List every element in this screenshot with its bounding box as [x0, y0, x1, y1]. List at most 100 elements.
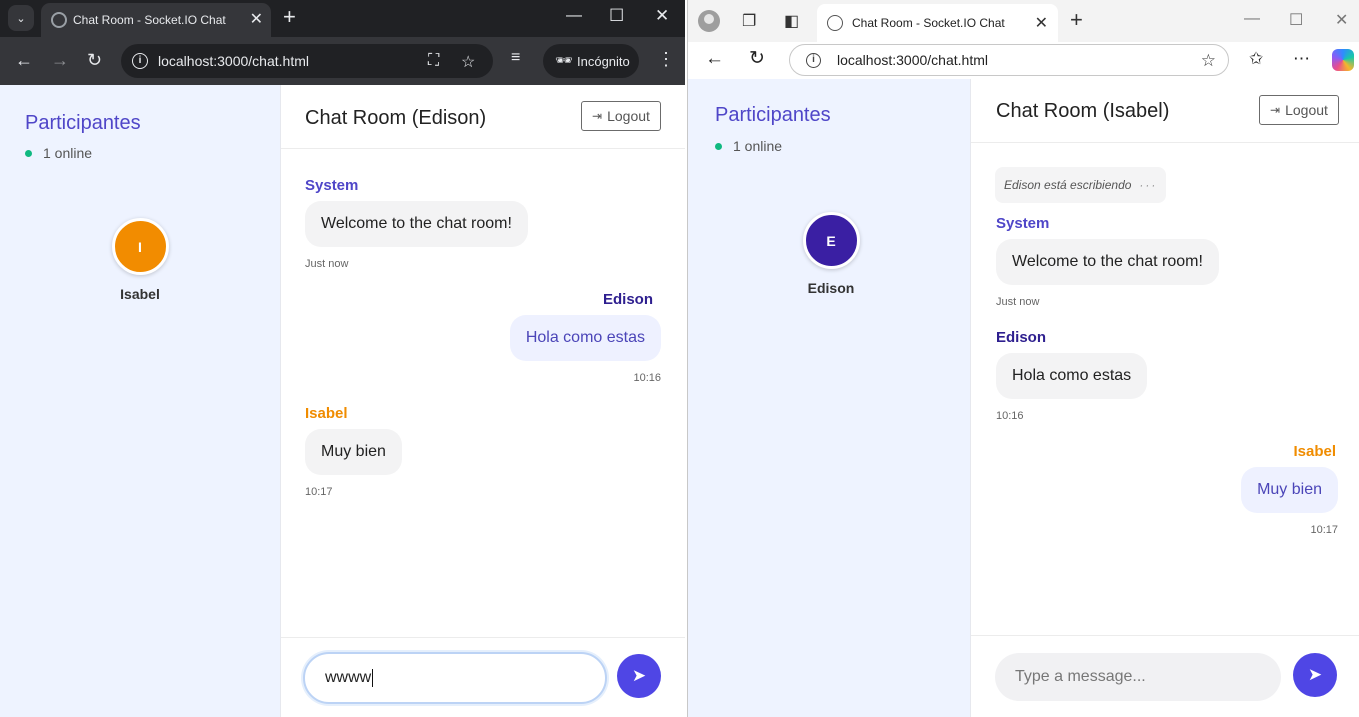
participant-item[interactable]: I Isabel: [100, 218, 180, 302]
online-dot-icon: [715, 142, 722, 150]
browser-tab[interactable]: Chat Room - Socket.IO Chat ✕: [41, 3, 271, 37]
message-bubble: Hola como estas: [996, 353, 1148, 399]
chat-title: Chat Room (Edison): [305, 107, 487, 129]
settings-more-icon[interactable]: ⋯: [1293, 49, 1310, 69]
message-time: 10:17: [1310, 524, 1338, 536]
participants-sidebar: Participantes 1 online I Isabel: [0, 85, 281, 717]
typing-indicator: Edison está escribiendo ···: [995, 167, 1167, 203]
address-bar[interactable]: i localhost:3000/chat.html ☆: [789, 44, 1229, 76]
incognito-icon: 🕶: [555, 52, 573, 68]
message-time: 10:17: [305, 486, 333, 498]
message-edison: Edison Hola como estas 10:16: [996, 329, 1148, 422]
message-edison: Edison Hola como estas 10:16: [509, 291, 661, 384]
message-sender: System: [996, 215, 1050, 232]
favorite-star-icon[interactable]: ☆: [1201, 51, 1216, 71]
desktop: ⌄ Chat Room - Socket.IO Chat ✕ + — ☐ ✕ ←…: [0, 0, 1359, 717]
reload-icon[interactable]: ↻: [749, 48, 765, 70]
message-bubble: Welcome to the chat room!: [996, 239, 1219, 285]
globe-icon: [827, 15, 843, 31]
message-system: System Welcome to the chat room! Just no…: [305, 177, 528, 270]
browser-toolbar: ← → ↻ i localhost:3000/chat.html ⛶ ☆ ≡ 🕶…: [0, 37, 685, 85]
participant-name: Edison: [807, 280, 855, 296]
participants-title: Participantes: [25, 112, 141, 134]
favorites-icon[interactable]: ✩: [1249, 49, 1263, 69]
bookmark-star-icon[interactable]: ☆: [461, 52, 475, 72]
new-tab-button[interactable]: +: [283, 6, 296, 28]
window-close-icon[interactable]: ✕: [655, 6, 669, 26]
globe-icon: [51, 12, 67, 28]
profile-avatar-icon[interactable]: [698, 10, 720, 32]
participants-sidebar: Participantes 1 online E Edison: [688, 79, 971, 717]
incognito-badge[interactable]: 🕶 Incógnito: [543, 44, 639, 78]
browser-toolbar: ← ↻ i localhost:3000/chat.html ☆ ✩ ⋯: [688, 42, 1359, 79]
paper-plane-icon: ➤: [631, 666, 647, 685]
message-bubble: Welcome to the chat room!: [305, 201, 528, 247]
tab-title: Chat Room - Socket.IO Chat: [852, 16, 1005, 30]
avatar: E: [802, 212, 860, 269]
tab-search-button[interactable]: ⌄: [8, 5, 34, 31]
online-count: 1 online: [43, 145, 93, 161]
online-count: 1 online: [733, 138, 783, 154]
logout-label: Logout: [1285, 102, 1328, 118]
maximize-icon[interactable]: ☐: [609, 6, 624, 26]
message-sender: Edison: [996, 329, 1047, 346]
online-dot-icon: [25, 149, 32, 157]
url-text: localhost:3000/chat.html: [158, 53, 309, 69]
message-system: System Welcome to the chat room! Just no…: [996, 215, 1219, 308]
chat-main: Chat Room (Edison) ⇥ Logout System Welco…: [281, 85, 685, 717]
participant-item[interactable]: E Edison: [791, 212, 871, 296]
message-bubble: Muy bien: [1241, 467, 1338, 513]
reload-icon[interactable]: ↻: [87, 49, 102, 71]
online-status: 1 online: [715, 138, 782, 154]
window-close-icon[interactable]: ✕: [1335, 10, 1348, 30]
new-tab-button[interactable]: +: [1070, 9, 1083, 31]
logout-button[interactable]: ⇥ Logout: [1259, 95, 1339, 125]
chat-main: Chat Room (Isabel) ⇥ Logout Edison está …: [971, 79, 1359, 717]
maximize-icon[interactable]: ☐: [1289, 10, 1303, 30]
message-input-placeholder: Type a message...: [1015, 668, 1146, 685]
back-icon[interactable]: ←: [15, 49, 33, 71]
online-status: 1 online: [25, 145, 92, 161]
typing-dots-icon: ···: [1139, 178, 1158, 192]
reading-list-icon[interactable]: ≡: [511, 49, 520, 67]
avatar: I: [111, 218, 169, 275]
message-time: 10:16: [633, 372, 661, 384]
site-info-icon[interactable]: i: [806, 53, 821, 68]
message-input[interactable]: Type a message...: [995, 653, 1281, 701]
copilot-icon[interactable]: [1332, 49, 1354, 71]
message-input-value: wwww: [325, 669, 372, 686]
send-button[interactable]: ➤: [617, 654, 661, 698]
chrome-incognito-window: ⌄ Chat Room - Socket.IO Chat ✕ + — ☐ ✕ ←…: [0, 0, 685, 717]
message-composer: wwww ➤: [281, 637, 685, 717]
chat-header: Chat Room (Edison) ⇥ Logout: [281, 85, 685, 149]
site-info-icon[interactable]: i: [132, 53, 148, 69]
send-button[interactable]: ➤: [1293, 653, 1337, 697]
chat-title: Chat Room (Isabel): [996, 100, 1170, 122]
message-composer: Type a message... ➤: [971, 635, 1359, 717]
minimize-icon[interactable]: —: [1244, 10, 1260, 28]
close-tab-icon[interactable]: ✕: [1035, 13, 1048, 33]
workspaces-icon[interactable]: ❐: [742, 11, 756, 31]
chat-app: Participantes 1 online I Isabel Chat Roo…: [0, 85, 685, 717]
browser-menu-icon[interactable]: ⋮: [657, 49, 675, 70]
message-sender: System: [305, 177, 359, 194]
tab-strip: ⌄ Chat Room - Socket.IO Chat ✕ + — ☐ ✕: [0, 0, 685, 37]
logout-button[interactable]: ⇥ Logout: [581, 101, 661, 131]
vertical-tabs-icon[interactable]: ◧: [784, 11, 799, 31]
message-input[interactable]: wwww: [303, 652, 607, 704]
address-bar[interactable]: i localhost:3000/chat.html ⛶ ☆: [121, 44, 493, 78]
chat-header: Chat Room (Isabel) ⇥ Logout: [971, 79, 1359, 143]
translate-icon[interactable]: ⛶: [428, 52, 439, 70]
url-text: localhost:3000/chat.html: [837, 52, 988, 68]
message-sender: Isabel: [305, 405, 348, 422]
message-isabel: Isabel Muy bien 10:17: [1241, 443, 1338, 536]
back-icon[interactable]: ←: [705, 48, 724, 70]
logout-label: Logout: [607, 108, 650, 124]
minimize-icon[interactable]: —: [566, 7, 582, 25]
tab-strip: ❐ ◧ Chat Room - Socket.IO Chat ✕ + — ☐ ✕: [688, 0, 1359, 42]
browser-tab[interactable]: Chat Room - Socket.IO Chat ✕: [817, 4, 1058, 42]
message-sender: Edison: [602, 291, 653, 308]
close-tab-icon[interactable]: ✕: [250, 9, 263, 29]
forward-icon[interactable]: →: [51, 49, 69, 71]
tab-title: Chat Room - Socket.IO Chat: [73, 13, 226, 27]
